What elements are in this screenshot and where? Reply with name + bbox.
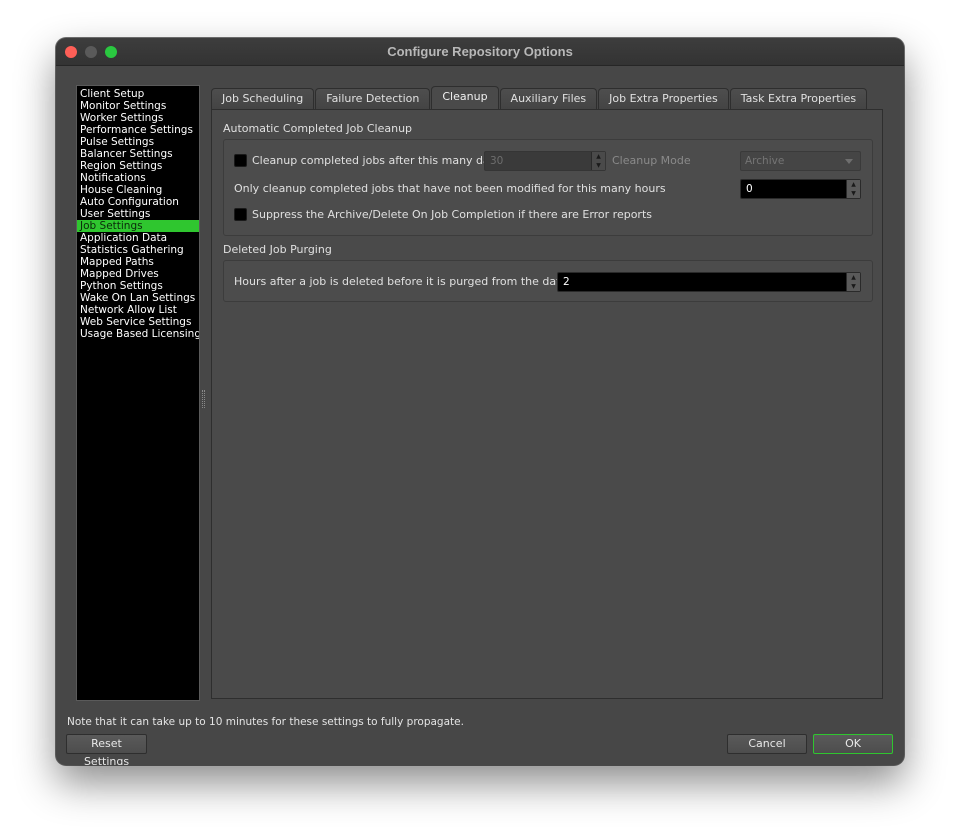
cleanup-days-value: 30 — [490, 155, 504, 167]
cleanup-days-checkbox[interactable] — [234, 154, 247, 167]
chevron-down-icon — [845, 159, 853, 164]
window-title: Configure Repository Options — [387, 44, 573, 59]
tab-failure-detection[interactable]: Failure Detection — [315, 88, 431, 109]
automatic-cleanup-group: Cleanup completed jobs after this many d… — [223, 139, 873, 236]
sidebar-item-usage-based-licensing[interactable]: Usage Based Licensing — [77, 328, 199, 340]
not-modified-hours-stepper[interactable]: ▲ ▼ — [846, 180, 860, 198]
sidebar-item-auto-configuration[interactable]: Auto Configuration — [77, 196, 199, 208]
purge-hours-label: Hours after a job is deleted before it i… — [234, 275, 594, 288]
sidebar-item-mapped-paths[interactable]: Mapped Paths — [77, 256, 199, 268]
not-modified-hours-label: Only cleanup completed jobs that have no… — [234, 182, 666, 195]
sidebar-item-region-settings[interactable]: Region Settings — [77, 160, 199, 172]
cleanup-tab-panel: Automatic Completed Job Cleanup Cleanup … — [211, 109, 883, 699]
deleted-job-purging-group: Hours after a job is deleted before it i… — [223, 260, 873, 302]
deleted-job-purging-section-title: Deleted Job Purging — [223, 243, 332, 256]
purge-hours-stepper[interactable]: ▲ ▼ — [846, 273, 860, 291]
tab-task-extra-properties[interactable]: Task Extra Properties — [729, 88, 868, 109]
cancel-button[interactable]: Cancel — [727, 734, 807, 754]
cleanup-mode-value: Archive — [745, 155, 785, 167]
sidebar-item-balancer-settings[interactable]: Balancer Settings — [77, 148, 199, 160]
settings-tab-bar: Job Scheduling Failure Detection Cleanup Au… — [211, 86, 868, 109]
sidebar-item-notifications[interactable]: Notifications — [77, 172, 199, 184]
sidebar-item-client-setup[interactable]: Client Setup — [77, 88, 199, 100]
suppress-archive-label: Suppress the Archive/Delete On Job Compl… — [252, 208, 653, 221]
sidebar-item-statistics-gathering[interactable]: Statistics Gathering — [77, 244, 199, 256]
sidebar-item-mapped-drives[interactable]: Mapped Drives — [77, 268, 199, 280]
sidebar-item-house-cleaning[interactable]: House Cleaning — [77, 184, 199, 196]
cleanup-days-spinbox[interactable]: 30 ▲ ▼ — [484, 151, 606, 171]
sidebar-item-worker-settings[interactable]: Worker Settings — [77, 112, 199, 124]
tab-job-extra-properties[interactable]: Job Extra Properties — [598, 88, 729, 109]
sidebar-item-python-settings[interactable]: Python Settings — [77, 280, 199, 292]
tab-cleanup[interactable]: Cleanup — [431, 86, 499, 109]
reset-settings-button[interactable]: Reset Settings — [66, 734, 147, 765]
configure-repository-options-window: Configure Repository Options Client Setu… — [56, 38, 904, 765]
sidebar-item-wake-on-lan-settings[interactable]: Wake On Lan Settings — [77, 292, 199, 304]
propagation-note: Note that it can take up to 10 minutes f… — [67, 716, 464, 728]
splitter-handle[interactable] — [202, 390, 205, 408]
cleanup-days-stepper[interactable]: ▲ ▼ — [591, 152, 605, 170]
sidebar-item-job-settings[interactable]: Job Settings — [77, 220, 199, 232]
ok-button[interactable]: OK — [813, 734, 893, 754]
sidebar-item-web-service-settings[interactable]: Web Service Settings — [77, 316, 199, 328]
purge-hours-value: 2 — [563, 276, 570, 288]
cleanup-days-label: Cleanup completed jobs after this many d… — [252, 154, 503, 167]
purge-hours-spinbox[interactable]: 2 ▲ ▼ — [557, 272, 861, 292]
not-modified-hours-value: 0 — [746, 183, 753, 195]
sidebar-item-monitor-settings[interactable]: Monitor Settings — [77, 100, 199, 112]
tab-auxiliary-files[interactable]: Auxiliary Files — [499, 88, 598, 109]
settings-category-list[interactable]: Client Setup Monitor Settings Worker Setti… — [76, 85, 200, 701]
sidebar-item-user-settings[interactable]: User Settings — [77, 208, 199, 220]
suppress-archive-checkbox[interactable] — [234, 208, 247, 221]
cleanup-mode-dropdown[interactable]: Archive — [740, 151, 861, 171]
cleanup-mode-label: Cleanup Mode — [612, 154, 691, 167]
automatic-cleanup-section-title: Automatic Completed Job Cleanup — [223, 122, 413, 135]
sidebar-item-network-allow-list[interactable]: Network Allow List — [77, 304, 199, 316]
sidebar-item-pulse-settings[interactable]: Pulse Settings — [77, 136, 199, 148]
not-modified-hours-spinbox[interactable]: 0 ▲ ▼ — [740, 179, 861, 199]
tab-job-scheduling[interactable]: Job Scheduling — [211, 88, 315, 109]
sidebar-item-application-data[interactable]: Application Data — [77, 232, 199, 244]
settings-category-items: Client Setup Monitor Settings Worker Setti… — [77, 86, 199, 340]
title-bar: Configure Repository Options — [56, 38, 904, 66]
sidebar-item-performance-settings[interactable]: Performance Settings — [77, 124, 199, 136]
